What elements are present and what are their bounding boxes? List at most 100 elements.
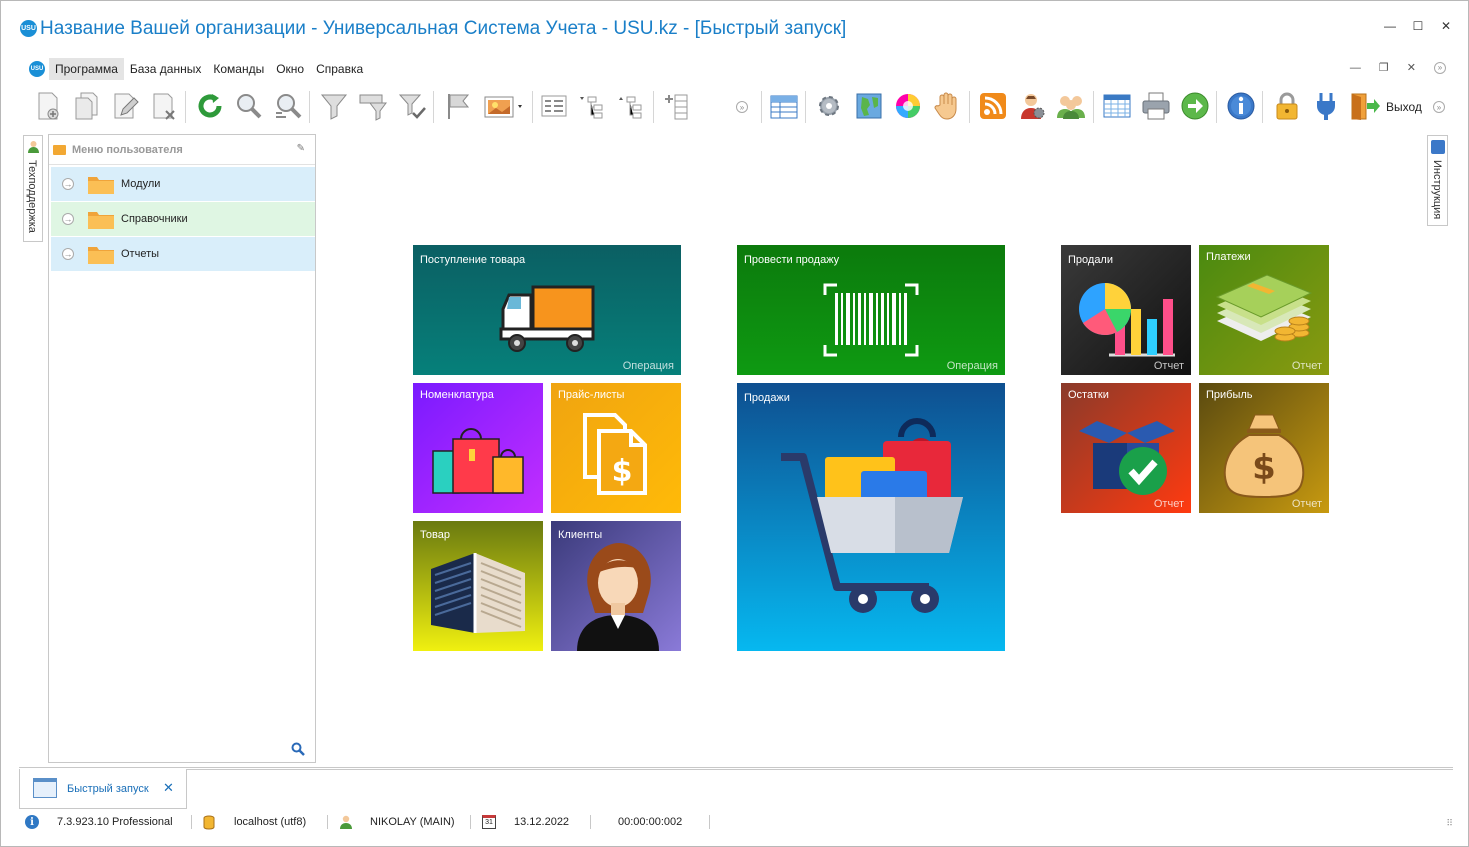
print-button[interactable] bbox=[1139, 89, 1173, 123]
exit-label[interactable]: Выход bbox=[1386, 100, 1422, 114]
collapse-tree-button[interactable] bbox=[615, 89, 649, 123]
lock-button[interactable] bbox=[1270, 89, 1304, 123]
image-dropdown-button[interactable] bbox=[481, 89, 529, 123]
tile-stock[interactable]: Остатки Отчет bbox=[1061, 383, 1191, 513]
tile-pricelists[interactable]: Прайс-листы $ bbox=[551, 383, 681, 513]
filter-button[interactable] bbox=[317, 89, 351, 123]
app-logo-icon: USU bbox=[20, 20, 37, 37]
color-button[interactable] bbox=[891, 89, 925, 123]
tile-clients[interactable]: Клиенты bbox=[551, 521, 681, 651]
sales-chart-icon bbox=[1079, 283, 1175, 357]
tile-title: Клиенты bbox=[558, 529, 603, 541]
maximize-button[interactable]: ☐ bbox=[1412, 19, 1424, 33]
expand-icon[interactable]: → bbox=[62, 213, 74, 225]
mdi-options-icon[interactable]: » bbox=[1434, 61, 1446, 74]
exit-button[interactable] bbox=[1348, 89, 1382, 123]
toolbar-overflow-icon[interactable]: » bbox=[736, 101, 748, 113]
tree-item-references[interactable]: → Справочники bbox=[51, 202, 315, 236]
support-side-tab[interactable]: Техподдержка bbox=[23, 135, 43, 242]
tile-goods-receipt[interactable]: Поступление товара Операция bbox=[413, 245, 681, 375]
folder-icon bbox=[88, 212, 114, 229]
menu-window[interactable]: Окно bbox=[270, 58, 310, 80]
delete-record-button[interactable] bbox=[147, 89, 181, 123]
forward-button[interactable] bbox=[1178, 89, 1212, 123]
settings-button[interactable] bbox=[812, 89, 846, 123]
hand-button[interactable] bbox=[930, 89, 964, 123]
user-settings-button[interactable] bbox=[1015, 89, 1049, 123]
tile-goods[interactable]: Товар bbox=[413, 521, 543, 651]
tile-type: Операция bbox=[622, 360, 674, 372]
user-menu-header: Меню пользователя ✎ bbox=[49, 135, 315, 165]
expand-icon[interactable]: → bbox=[62, 178, 74, 190]
info-button[interactable] bbox=[1224, 89, 1258, 123]
mdi-restore-button[interactable]: ❐ bbox=[1379, 61, 1389, 74]
tile-nomenclature[interactable]: Номенклатура bbox=[413, 383, 543, 513]
client-avatar-icon bbox=[577, 543, 659, 651]
grid-view-button[interactable] bbox=[767, 89, 801, 123]
tile-title: Платежи bbox=[1206, 251, 1251, 263]
menu-help[interactable]: Справка bbox=[310, 58, 369, 80]
expand-tree-icon bbox=[580, 96, 603, 119]
menu-program[interactable]: Программа bbox=[49, 58, 124, 80]
window-title: Название Вашей организации - Универсальн… bbox=[40, 18, 847, 39]
tile-make-sale[interactable]: Провести продажу Операция bbox=[737, 245, 1005, 375]
tile-title: Номенклатура bbox=[420, 389, 494, 401]
flag-button[interactable] bbox=[441, 89, 475, 123]
group-button[interactable] bbox=[537, 89, 571, 123]
pin-icon[interactable]: ✎ bbox=[297, 143, 305, 154]
flag-icon bbox=[448, 94, 470, 119]
close-tab-icon[interactable]: ✕ bbox=[163, 780, 174, 796]
tile-title: Поступление товара bbox=[420, 254, 526, 266]
mdi-minimize-button[interactable]: — bbox=[1350, 62, 1361, 74]
tree-item-reports[interactable]: → Отчеты bbox=[51, 237, 315, 271]
tile-profit[interactable]: Прибыль $ Отчет bbox=[1199, 383, 1329, 513]
instruction-side-tab[interactable]: Инструкция bbox=[1427, 135, 1448, 226]
filter-apply-button[interactable] bbox=[395, 89, 429, 123]
mdi-close-button[interactable]: ✕ bbox=[1407, 61, 1416, 74]
status-date: 13.12.2022 bbox=[514, 816, 570, 828]
map-button[interactable] bbox=[852, 89, 886, 123]
status-timer: 00:00:00:002 bbox=[618, 816, 683, 828]
collapse-tree-icon bbox=[619, 96, 642, 119]
tile-sold[interactable]: Продали Отчет bbox=[1061, 245, 1191, 375]
toolbar-overflow-right-icon[interactable]: » bbox=[1433, 101, 1445, 113]
tree-item-label: Справочники bbox=[121, 213, 188, 225]
tile-title: Товар bbox=[420, 529, 450, 541]
search-icon[interactable] bbox=[291, 742, 305, 756]
svg-text:$: $ bbox=[612, 454, 633, 489]
status-user: NIKOLAY (MAIN) bbox=[370, 816, 455, 828]
app-window: USU Название Вашей организации - Универс… bbox=[0, 0, 1469, 847]
filter-apply-icon bbox=[398, 94, 426, 119]
search-button[interactable] bbox=[232, 89, 266, 123]
minimize-button[interactable]: — bbox=[1384, 19, 1396, 33]
expand-tree-button[interactable] bbox=[576, 89, 610, 123]
advanced-search-button[interactable] bbox=[271, 89, 305, 123]
tab-quick-launch[interactable]: Быстрый запуск ✕ bbox=[19, 769, 187, 809]
menu-commands[interactable]: Команды bbox=[207, 58, 270, 80]
rss-button[interactable] bbox=[976, 89, 1010, 123]
add-record-button[interactable] bbox=[31, 89, 65, 123]
menu-database[interactable]: База данных bbox=[124, 58, 207, 80]
tile-payments[interactable]: Платежи Отчет bbox=[1199, 245, 1329, 375]
copy-record-button[interactable] bbox=[69, 89, 103, 123]
user-icon bbox=[340, 815, 352, 829]
resize-grip-icon[interactable]: ⠿ bbox=[1446, 818, 1453, 829]
user-menu-panel: Меню пользователя ✎ → Модули → Справочни… bbox=[48, 134, 316, 763]
group-icon bbox=[541, 95, 567, 117]
table-button[interactable] bbox=[1100, 89, 1134, 123]
edit-record-button[interactable] bbox=[108, 89, 142, 123]
expand-icon[interactable]: → bbox=[62, 248, 74, 260]
filter-field-button[interactable] bbox=[356, 89, 390, 123]
instruction-tab-label: Инструкция bbox=[1431, 160, 1443, 220]
tree-item-modules[interactable]: → Модули bbox=[51, 167, 315, 201]
truck-icon bbox=[499, 285, 595, 352]
users-button[interactable] bbox=[1054, 89, 1088, 123]
close-window-button[interactable]: ✕ bbox=[1440, 19, 1452, 33]
users-icon bbox=[1057, 96, 1085, 119]
tile-sales[interactable]: Продажи bbox=[737, 383, 1005, 651]
tab-label: Быстрый запуск bbox=[67, 783, 149, 795]
refresh-button[interactable] bbox=[193, 89, 227, 123]
add-column-button[interactable] bbox=[659, 89, 693, 123]
connection-button[interactable] bbox=[1309, 89, 1343, 123]
image-icon bbox=[484, 96, 522, 118]
